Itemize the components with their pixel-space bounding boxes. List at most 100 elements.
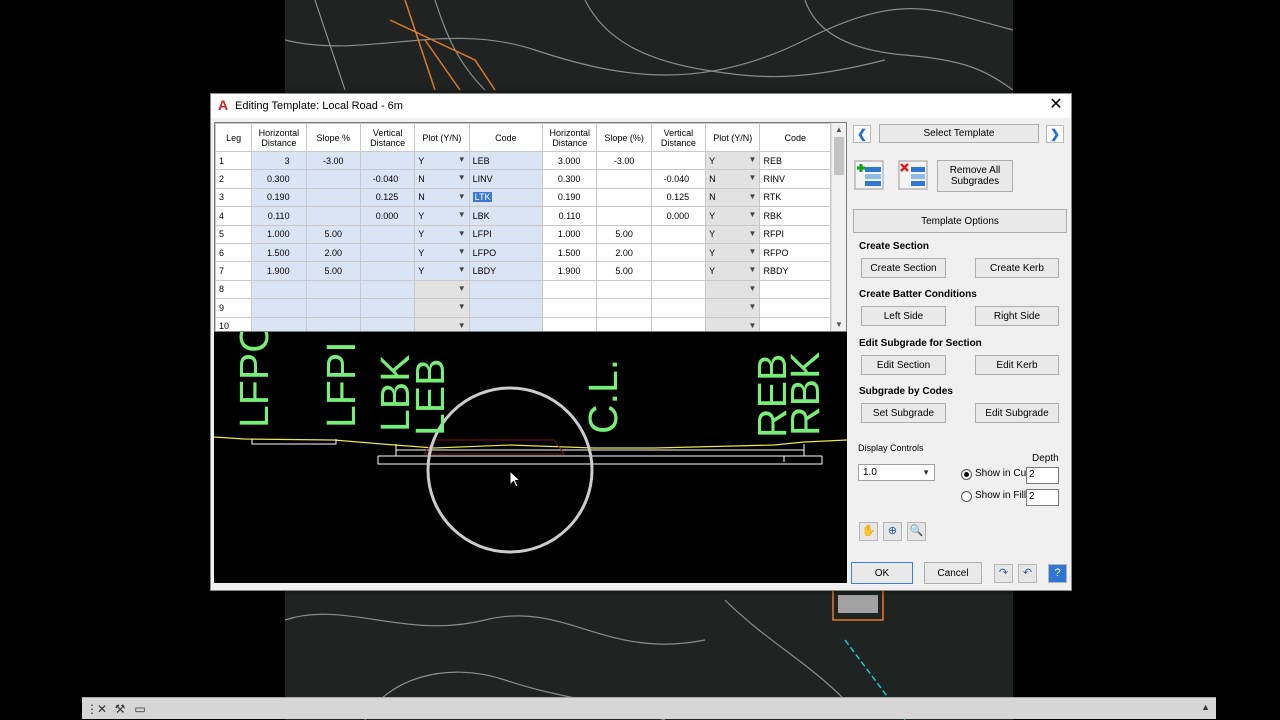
cell-left-horizontal[interactable]: 3 [251,150,307,171]
cell-left-horizontal[interactable]: 1.500 [251,242,307,263]
col-header-right-slope[interactable]: Slope (%) [596,123,652,152]
chevron-down-icon[interactable]: ▼ [458,321,466,330]
chevron-down-icon[interactable]: ▼ [749,284,757,293]
col-header-right-code[interactable]: Code [759,123,831,152]
pan-icon[interactable]: ✋ [859,522,878,541]
cell-right-code[interactable]: RINV [759,169,831,189]
cell-right-horizontal[interactable]: 1.000 [542,224,598,244]
chevron-down-icon[interactable]: ▼ [458,302,466,311]
cell-right-slope[interactable]: 5.00 [596,224,652,244]
cell-left-horizontal[interactable] [251,316,307,331]
right-side-button[interactable]: Right Side [975,306,1059,326]
taskbar-arrow-icon[interactable]: ▲ [1201,702,1210,712]
cell-left-slope[interactable] [305,206,361,226]
cell-left-code[interactable] [468,316,544,331]
cell-left-plot[interactable]: ▼ [414,279,470,300]
cell-left-slope[interactable] [305,169,361,189]
template-options-button[interactable]: Template Options [853,209,1067,233]
cell-right-slope[interactable] [596,169,652,189]
cell-right-plot[interactable]: ▼ [705,279,761,300]
cell-right-slope[interactable]: -3.00 [596,150,652,171]
close-button[interactable]: ✕ [1047,96,1065,114]
cell-right-code[interactable]: RFPI [759,224,831,244]
chevron-down-icon[interactable]: ▼ [458,284,466,293]
remove-subgrade-button[interactable] [897,159,929,191]
cell-right-plot[interactable]: ▼ [705,316,761,331]
cell-right-plot[interactable]: Y ▼ [705,224,761,244]
scroll-down-icon[interactable]: ▼ [835,320,843,329]
edit-kerb-button[interactable]: Edit Kerb [975,355,1059,375]
cell-right-horizontal[interactable]: 1.500 [542,242,598,263]
cell-left-code[interactable]: LTK [468,187,544,208]
chevron-down-icon[interactable]: ▼ [458,173,466,182]
cell-left-slope[interactable]: 5.00 [305,224,361,244]
col-header-left-code[interactable]: Code [468,123,544,152]
cell-left-horizontal[interactable] [251,298,307,318]
cell-right-vertical[interactable] [650,224,707,244]
edit-subgrade-button[interactable]: Edit Subgrade [975,403,1059,423]
cell-right-slope[interactable]: 2.00 [596,242,652,263]
cell-left-plot[interactable]: ▼ [414,298,470,318]
wrench-icon[interactable]: ⚒ [112,701,128,717]
cell-left-horizontal[interactable]: 0.300 [251,169,307,189]
cell-right-code[interactable]: RBK [759,206,831,226]
remove-all-subgrades-button[interactable]: Remove All Subgrades [937,160,1013,192]
next-template-button[interactable]: ❯ [1046,125,1064,143]
cell-left-code[interactable]: LFPI [468,224,544,244]
cell-right-vertical[interactable]: 0.000 [650,206,707,226]
cell-right-horizontal[interactable] [542,279,598,300]
cell-right-plot[interactable]: ▼ [705,298,761,318]
cell-left-vertical[interactable] [359,298,416,318]
cell-left-vertical[interactable] [359,150,416,171]
cell-right-vertical[interactable] [650,261,707,281]
cell-right-plot[interactable]: N ▼ [705,187,761,208]
cell-left-slope[interactable] [305,187,361,208]
chevron-down-icon[interactable]: ▼ [749,321,757,330]
scale-select[interactable]: 1.0 ▼ [858,464,935,481]
show-in-cut-radio[interactable] [961,469,972,480]
set-subgrade-button[interactable]: Set Subgrade [861,403,946,423]
chevron-down-icon[interactable]: ▼ [458,192,466,201]
cell-left-slope[interactable] [305,316,361,331]
previous-template-button[interactable]: ❮ [853,125,871,143]
col-header-left-plot[interactable]: Plot (Y/N) [414,123,470,152]
col-header-leg[interactable]: Leg [215,123,253,152]
col-header-right-plot[interactable]: Plot (Y/N) [705,123,761,152]
cell-left-horizontal[interactable] [251,279,307,300]
selected-code-text[interactable]: LTK [472,192,493,203]
chevron-down-icon[interactable]: ▼ [749,302,757,311]
chevron-down-icon[interactable]: ▼ [458,265,466,274]
chevron-down-icon[interactable]: ▼ [749,229,757,238]
left-side-button[interactable]: Left Side [861,306,946,326]
cell-right-plot[interactable]: Y ▼ [705,242,761,263]
cell-left-plot[interactable]: N ▼ [414,169,470,189]
cell-right-horizontal[interactable]: 1.900 [542,261,598,281]
cell-left-vertical[interactable] [359,242,416,263]
cell-right-vertical[interactable] [650,316,707,331]
cell-right-code[interactable] [759,316,831,331]
cell-right-slope[interactable] [596,279,652,300]
cell-left-code[interactable] [468,279,544,300]
fill-depth-input[interactable]: 2 [1026,489,1059,506]
col-header-left-horizontal[interactable]: Horizontal Distance [251,123,307,152]
cell-left-plot[interactable]: ▼ [414,316,470,331]
cell-right-vertical[interactable] [650,279,707,300]
col-header-left-slope[interactable]: Slope % [305,123,361,152]
chevron-down-icon[interactable]: ▼ [458,229,466,238]
cell-left-horizontal[interactable]: 0.110 [251,206,307,226]
cell-right-vertical[interactable]: -0.040 [650,169,707,189]
cell-right-code[interactable]: RBDY [759,261,831,281]
cell-right-slope[interactable] [596,298,652,318]
chevron-down-icon[interactable]: ▼ [749,265,757,274]
cell-right-code[interactable]: RTK [759,187,831,208]
grid-scrollbar[interactable]: ▲ ▼ [831,123,846,331]
redo-icon[interactable]: ↷ [994,564,1013,583]
close-icon[interactable]: ✕ [94,701,110,717]
cell-left-code[interactable]: LINV [468,169,544,189]
zoom-window-icon[interactable]: 🔍 [907,522,926,541]
cell-right-horizontal[interactable] [542,316,598,331]
undo-icon[interactable]: ↶ [1018,564,1037,583]
cell-left-slope[interactable]: -3.00 [305,150,361,171]
help-icon[interactable]: ? [1048,564,1067,583]
create-section-button[interactable]: Create Section [861,258,946,278]
